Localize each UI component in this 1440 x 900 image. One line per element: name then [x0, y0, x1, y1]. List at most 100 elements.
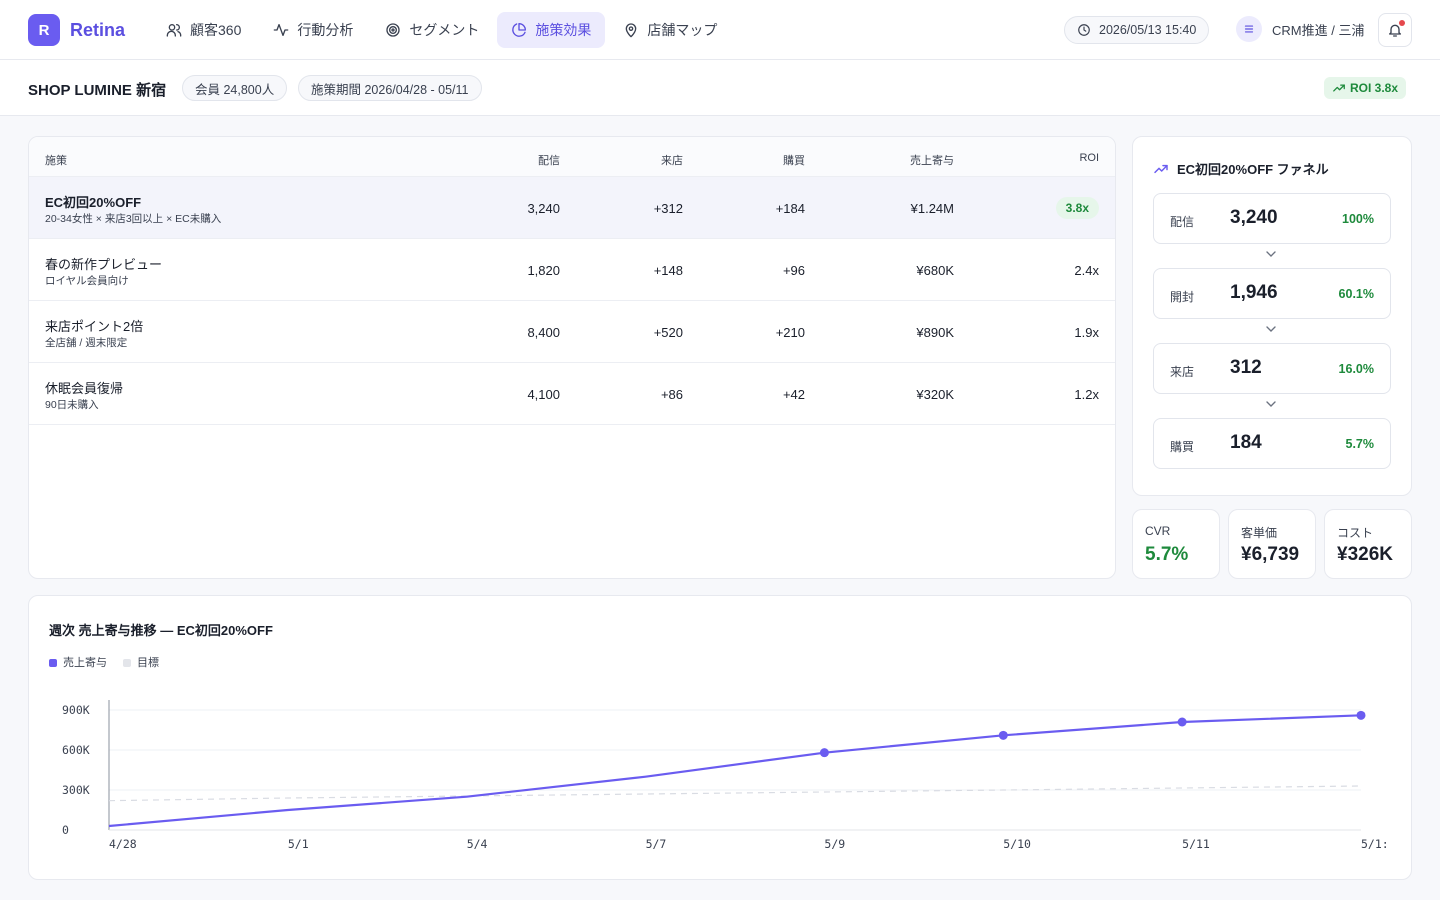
cell-roi: 2.4x	[1074, 263, 1099, 278]
funnel-step-label: 購買	[1170, 440, 1195, 454]
y-tick-label: 900K	[62, 703, 90, 717]
kpi-label: コスト	[1337, 526, 1374, 540]
funnel-step-label: 開封	[1170, 290, 1195, 304]
chevron-down-icon	[1266, 326, 1276, 332]
app-logo[interactable]: R Retina	[28, 14, 125, 46]
campaign-target: ロイヤル会員向け	[45, 275, 129, 287]
nav-item-segment[interactable]: セグメント	[371, 12, 493, 48]
th-sales: 売上寄与	[910, 155, 954, 167]
table-header: 施策 配信 来店 購買 売上寄与 ROI	[29, 137, 1115, 177]
nav-label: 顧客360	[190, 22, 242, 38]
kpi-cost: コスト ¥326K	[1324, 509, 1412, 579]
x-tick-label: 5/7	[646, 837, 667, 851]
th-sent: 配信	[538, 155, 560, 167]
nav-item-behavior[interactable]: 行動分析	[259, 12, 367, 48]
campaign-target: 20-34女性 × 来店3回以上 × EC未購入	[45, 213, 222, 225]
pie-chart-icon	[512, 23, 527, 37]
cell-purchase: +210	[775, 325, 805, 340]
kpi-value: ¥326K	[1337, 544, 1393, 565]
funnel-title: EC初回20%OFF ファネル	[1153, 159, 1329, 178]
x-tick-label: 5/9	[824, 837, 845, 851]
x-tick-label: 5/1	[288, 837, 309, 851]
x-tick-label: 5/4	[467, 837, 488, 851]
cell-sent: 1,820	[527, 263, 560, 278]
campaign-name: 休眠会員復帰	[45, 381, 124, 396]
funnel-panel: EC初回20%OFF ファネル 配信 3,240 100% 開封 1,946 6…	[1132, 136, 1412, 496]
kpi-label: CVR	[1145, 524, 1171, 538]
shop-title: SHOP LUMINE 新宿	[28, 82, 167, 99]
funnel-step-purchase: 購買 184 5.7%	[1153, 418, 1391, 469]
funnel-step-sent: 配信 3,240 100%	[1153, 193, 1391, 244]
target-icon	[386, 23, 401, 37]
notification-button[interactable]	[1378, 13, 1412, 47]
app-name: Retina	[70, 19, 126, 40]
data-point	[819, 748, 829, 758]
y-tick-label: 300K	[62, 783, 90, 797]
cell-sent: 4,100	[527, 387, 560, 402]
table-row[interactable]: 春の新作プレビュー ロイヤル会員向け 1,820 +148 +96 ¥680K …	[29, 239, 1115, 301]
cell-sales: ¥680K	[916, 263, 954, 278]
user-menu[interactable]: CRM推進 / 三浦	[1236, 16, 1364, 42]
nav-item-campaign-effect[interactable]: 施策効果	[497, 12, 606, 48]
table-row[interactable]: 休眠会員復帰 90日未購入 4,100 +86 +42 ¥320K 1.2x	[29, 363, 1115, 425]
nav-item-store-map[interactable]: 店舗マップ	[609, 12, 731, 48]
sales-trend-chart: 週次 売上寄与推移 — EC初回20%OFF 売上寄与 目標 900K 600K 3…	[28, 595, 1412, 880]
cell-sales: ¥320K	[916, 387, 954, 402]
nav-label: 行動分析	[297, 22, 354, 38]
funnel-step-pct: 60.1%	[1338, 287, 1374, 301]
roi-badge-text: ROI 3.8x	[1350, 81, 1399, 95]
roi-badge: ROI 3.8x	[1324, 77, 1407, 99]
kpi-cvr: CVR 5.7%	[1132, 509, 1220, 579]
datetime-text: 2026/05/13 15:40	[1099, 23, 1197, 37]
th-roi: ROI	[1079, 152, 1099, 164]
nav-label: 施策効果	[535, 22, 592, 38]
logo-mark: R	[28, 14, 60, 46]
th-campaign: 施策	[45, 155, 67, 167]
campaign-name: 春の新作プレビュー	[45, 257, 163, 272]
cell-visit: +312	[653, 201, 683, 216]
funnel-step-label: 来店	[1170, 365, 1195, 379]
funnel-step-pct: 100%	[1342, 212, 1374, 226]
campaign-name: EC初回20%OFF	[45, 195, 142, 210]
funnel-title-text: EC初回20%OFF ファネル	[1177, 162, 1329, 177]
funnel-step-visit: 来店 312 16.0%	[1153, 343, 1391, 394]
chevron-down-icon	[1266, 401, 1276, 407]
funnel-step-pct: 16.0%	[1338, 362, 1374, 376]
chart-plot-area: 900K 600K 300K 0 4/28 5/1 5/4 5/7 5/9 5/10 5/11 5/1…	[62, 700, 1389, 851]
notification-dot	[1399, 20, 1405, 26]
chevron-down-icon	[1266, 251, 1276, 257]
cell-roi: 1.9x	[1074, 325, 1099, 340]
funnel-step-value: 312	[1230, 357, 1262, 378]
activity-icon	[274, 24, 289, 36]
clock-icon	[1078, 24, 1090, 36]
members-chip: 会員 24,800人	[182, 75, 288, 101]
cell-purchase: +42	[782, 387, 805, 402]
cell-sent: 3,240	[527, 201, 560, 216]
nav-item-customer360[interactable]: 顧客360	[152, 12, 255, 48]
series-line-sales	[108, 714, 1362, 828]
cell-visit: +148	[653, 263, 683, 278]
data-point	[1177, 717, 1187, 727]
campaign-target: 90日未購入	[45, 399, 99, 411]
campaign-name: 来店ポイント2倍	[45, 319, 144, 334]
funnel-step-open: 開封 1,946 60.1%	[1153, 268, 1391, 319]
users-icon	[166, 24, 182, 37]
x-tick-label: 4/28	[109, 837, 137, 851]
cell-roi: 1.2x	[1074, 387, 1099, 402]
main-nav: 顧客360 行動分析 セグメント 施策効果 店舗マップ	[152, 12, 731, 48]
x-tick-label: 5/11	[1182, 837, 1210, 851]
trending-up-icon	[1333, 84, 1345, 92]
avatar	[1236, 16, 1262, 42]
cell-visit: +86	[660, 387, 683, 402]
period-chip: 施策期間 2026/04/28 - 05/11	[298, 75, 482, 101]
table-row[interactable]: EC初回20%OFF 20-34女性 × 来店3回以上 × EC未購入 3,24…	[29, 177, 1115, 239]
series-line-target	[108, 785, 1362, 802]
funnel-step-value: 3,240	[1230, 207, 1278, 228]
x-tick-label: 5/10	[1003, 837, 1031, 851]
cell-sales: ¥1.24M	[910, 201, 954, 216]
table-row[interactable]: 来店ポイント2倍 全店舗 / 週末限定 8,400 +520 +210 ¥890…	[29, 301, 1115, 363]
cell-purchase: +96	[782, 263, 805, 278]
user-name: CRM推進 / 三浦	[1272, 22, 1365, 38]
y-tick-label: 0	[62, 823, 69, 837]
kpi-value: 5.7%	[1145, 544, 1189, 565]
